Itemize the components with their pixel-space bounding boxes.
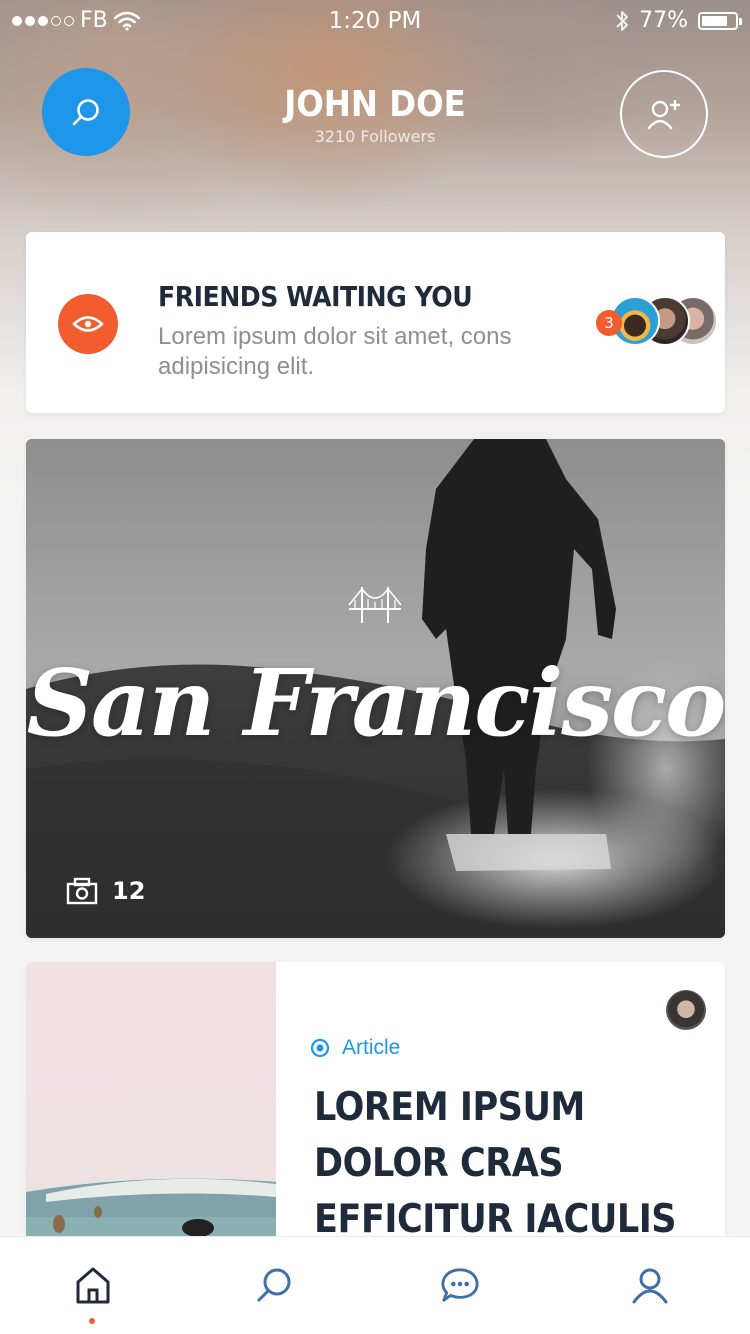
article-tag[interactable]: Article	[310, 1036, 400, 1060]
city-title: San Francisco	[26, 649, 725, 757]
article-tag-label: Article	[342, 1036, 401, 1059]
battery-label: 77%	[639, 8, 688, 33]
active-tab-indicator	[89, 1318, 95, 1324]
photo-count-value: 12	[112, 877, 146, 905]
target-icon	[310, 1038, 330, 1058]
article-card[interactable]: Article LOREM IPSUM DOLOR CRAS EFFICITUR…	[26, 962, 725, 1262]
article-title: LOREM IPSUM DOLOR CRAS EFFICITUR IACULIS…	[314, 1085, 677, 1262]
eye-icon	[72, 316, 104, 332]
article-thumbnail	[26, 962, 276, 1262]
photo-count: 12	[66, 877, 145, 905]
eye-badge	[58, 294, 118, 354]
battery-icon	[698, 11, 742, 30]
add-friend-button[interactable]	[620, 70, 708, 158]
search-icon	[257, 1268, 291, 1302]
tab-profile[interactable]	[630, 1265, 670, 1305]
bluetooth-icon	[616, 10, 629, 31]
author-avatar[interactable]	[666, 990, 706, 1030]
chat-icon	[441, 1268, 479, 1302]
bridge-icon	[348, 587, 402, 623]
tab-chat[interactable]	[440, 1265, 480, 1305]
friend-avatars[interactable]: 3	[596, 294, 718, 352]
home-icon	[76, 1267, 110, 1304]
tab-search[interactable]	[254, 1265, 294, 1305]
friends-waiting-card[interactable]: FRIENDS WAITING YOU Lorem ipsum dolor si…	[26, 232, 725, 413]
san-francisco-card[interactable]: San Francisco 12	[26, 439, 725, 938]
tab-bar	[0, 1236, 750, 1334]
friends-card-description: Lorem ipsum dolor sit amet, cons adipisi…	[158, 323, 512, 380]
add-user-icon	[647, 100, 680, 130]
friend-count-badge: 3	[596, 310, 622, 336]
status-bar: FB 1:20 PM 77%	[0, 0, 750, 40]
screen: FB 1:20 PM 77% JOHN DOE 3210 Followers F…	[0, 0, 750, 1334]
tab-home[interactable]	[73, 1265, 113, 1305]
user-icon	[632, 1268, 668, 1304]
friends-card-title: FRIENDS WAITING YOU	[158, 280, 473, 313]
camera-icon	[66, 877, 98, 905]
status-right: 77%	[615, 8, 742, 33]
